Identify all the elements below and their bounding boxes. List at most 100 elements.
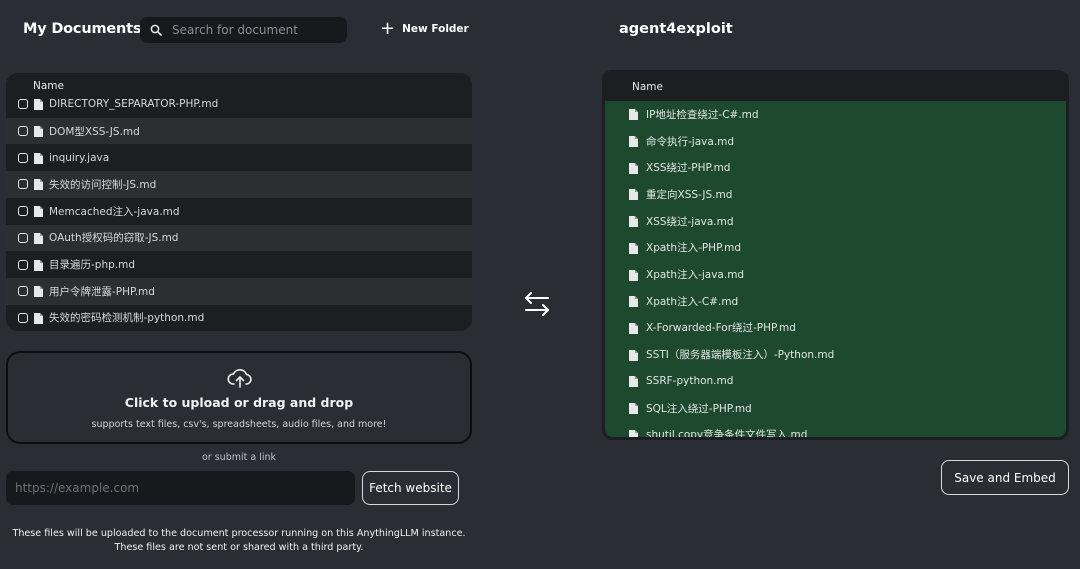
plus-icon: + (380, 18, 396, 39)
file-icon (34, 312, 43, 324)
file-name: Xpath注入-java.md (646, 269, 745, 282)
file-name: Xpath注入-C#.md (646, 295, 739, 308)
search-input[interactable] (170, 22, 344, 38)
document-row[interactable]: DIRECTORY_SEPARATOR-PHP.md (6, 99, 472, 118)
save-and-embed-button[interactable]: Save and Embed (941, 460, 1069, 495)
file-icon (629, 376, 638, 388)
cloud-upload-icon (227, 369, 252, 388)
file-icon (34, 259, 43, 271)
file-name: 用户令牌泄露-PHP.md (49, 285, 155, 298)
workspace-document-row[interactable]: SQL注入绕过-PHP.md (605, 395, 1066, 422)
workspace-document-row[interactable]: Xpath注入-java.md (605, 261, 1066, 288)
file-name: 失效的访问控制-JS.md (49, 178, 157, 191)
document-row[interactable]: 用户令牌泄露-PHP.md (6, 277, 472, 305)
workspace-document-row[interactable]: Xpath注入-C#.md (605, 288, 1066, 315)
url-input[interactable] (6, 471, 355, 505)
file-name: Memcached注入-java.md (49, 205, 180, 218)
workspace-document-row[interactable]: 命令执行-java.md (605, 128, 1066, 155)
file-icon (629, 322, 638, 334)
file-name: SSTI（服务器端模板注入）-Python.md (646, 349, 835, 362)
document-row[interactable]: 目录遍历-php.md (6, 251, 472, 278)
upload-subtitle: supports text files, csv's, spreadsheets… (91, 419, 387, 430)
workspace-document-list[interactable]: Name IP地址检查绕过-C#.md 命令执行-java.md XSS绕过-PHP… (602, 70, 1069, 440)
upload-dropzone[interactable]: Click to upload or drag and drop support… (6, 351, 472, 444)
row-checkbox[interactable] (18, 152, 28, 163)
file-name: shutil.copy竞争条件文件写入.md (646, 429, 808, 437)
file-icon (629, 269, 638, 281)
file-icon (629, 429, 638, 437)
workspace-document-row[interactable]: X-Forwarded-For绕过-PHP.md (605, 315, 1066, 342)
document-row[interactable]: OAuth授权码的窃取-JS.md (6, 224, 472, 252)
file-name: OAuth授权码的窃取-JS.md (49, 232, 179, 245)
row-checkbox[interactable] (18, 99, 28, 110)
document-row[interactable]: Memcached注入-java.md (6, 197, 472, 225)
file-icon (34, 126, 43, 138)
privacy-note-line-2: These files are not sent or shared with … (114, 541, 364, 553)
workspace-title: agent4exploit (619, 21, 733, 37)
file-icon (629, 216, 638, 228)
document-row[interactable]: 失效的密码检测机制-python.md (6, 304, 472, 331)
new-folder-label: New Folder (402, 23, 469, 35)
file-icon (629, 296, 638, 308)
file-icon (629, 136, 638, 148)
fetch-website-button[interactable]: Fetch website (362, 471, 459, 505)
file-name: DOM型XSS-JS.md (49, 125, 140, 138)
new-folder-button[interactable]: + New Folder (380, 18, 469, 39)
file-icon (629, 109, 638, 121)
workspace-document-row[interactable]: SSRF-python.md (605, 368, 1066, 395)
document-rows[interactable]: DIRECTORY_SEPARATOR-PHP.md DOM型XSS-JS.md i… (6, 99, 472, 331)
row-checkbox[interactable] (18, 179, 28, 190)
document-row[interactable]: 失效的访问控制-JS.md (6, 171, 472, 198)
workspace-document-row[interactable]: IP地址检查绕过-C#.md (605, 101, 1066, 128)
file-name: Xpath注入-PHP.md (646, 242, 742, 255)
file-icon (34, 286, 43, 298)
privacy-note: These files will be uploaded to the docu… (0, 527, 478, 554)
file-icon (34, 152, 43, 164)
workspace-document-row[interactable]: XSS绕过-PHP.md (605, 154, 1066, 181)
file-icon (34, 206, 43, 218)
document-search[interactable] (140, 17, 347, 43)
workspace-column-header-name: Name (632, 81, 663, 93)
file-icon (629, 403, 638, 415)
swap-arrows-icon[interactable] (523, 290, 551, 318)
file-name: 命令执行-java.md (646, 135, 735, 148)
document-row[interactable]: DOM型XSS-JS.md (6, 117, 472, 145)
workspace-document-row[interactable]: XSS绕过-java.md (605, 208, 1066, 235)
file-name: 失效的密码检测机制-python.md (49, 312, 205, 325)
file-icon (629, 162, 638, 174)
workspace-document-row[interactable]: Xpath注入-PHP.md (605, 235, 1066, 262)
file-name: 重定向XSS-JS.md (646, 188, 733, 201)
my-documents-title: My Documents (23, 21, 142, 37)
file-icon (629, 349, 638, 361)
or-submit-link-label: or submit a link (201, 452, 277, 463)
file-name: inquiry.java (49, 151, 110, 164)
workspace-document-row[interactable]: SSTI（服务器端模板注入）-Python.md (605, 341, 1066, 368)
file-icon (34, 232, 43, 244)
row-checkbox[interactable] (18, 232, 28, 243)
file-icon (629, 189, 638, 201)
workspace-document-row[interactable]: shutil.copy竞争条件文件写入.md (605, 421, 1066, 437)
file-icon (34, 179, 43, 191)
file-name: SSRF-python.md (646, 375, 734, 388)
row-checkbox[interactable] (18, 259, 28, 270)
workspace-document-row[interactable]: 重定向XSS-JS.md (605, 181, 1066, 208)
row-checkbox[interactable] (18, 312, 28, 323)
file-name: XSS绕过-java.md (646, 215, 734, 228)
column-header-name: Name (6, 73, 472, 99)
document-row[interactable]: inquiry.java (6, 144, 472, 172)
file-name: XSS绕过-PHP.md (646, 162, 731, 175)
row-checkbox[interactable] (18, 206, 28, 217)
row-checkbox[interactable] (18, 286, 28, 297)
file-name: SQL注入绕过-PHP.md (646, 402, 752, 415)
upload-title: Click to upload or drag and drop (124, 395, 354, 410)
privacy-note-line-1: These files will be uploaded to the docu… (12, 528, 466, 539)
file-name: DIRECTORY_SEPARATOR-PHP.md (49, 99, 219, 111)
row-checkbox[interactable] (18, 126, 28, 137)
file-name: IP地址检查绕过-C#.md (646, 108, 759, 121)
file-icon (629, 242, 638, 254)
search-icon (150, 24, 162, 36)
file-icon (34, 99, 43, 111)
file-name: 目录遍历-php.md (49, 259, 136, 272)
document-list[interactable]: Name DIRECTORY_SEPARATOR-PHP.md DOM型XSS-J… (6, 73, 472, 331)
workspace-rows[interactable]: IP地址检查绕过-C#.md 命令执行-java.md XSS绕过-PHP.md 重定… (605, 101, 1066, 437)
